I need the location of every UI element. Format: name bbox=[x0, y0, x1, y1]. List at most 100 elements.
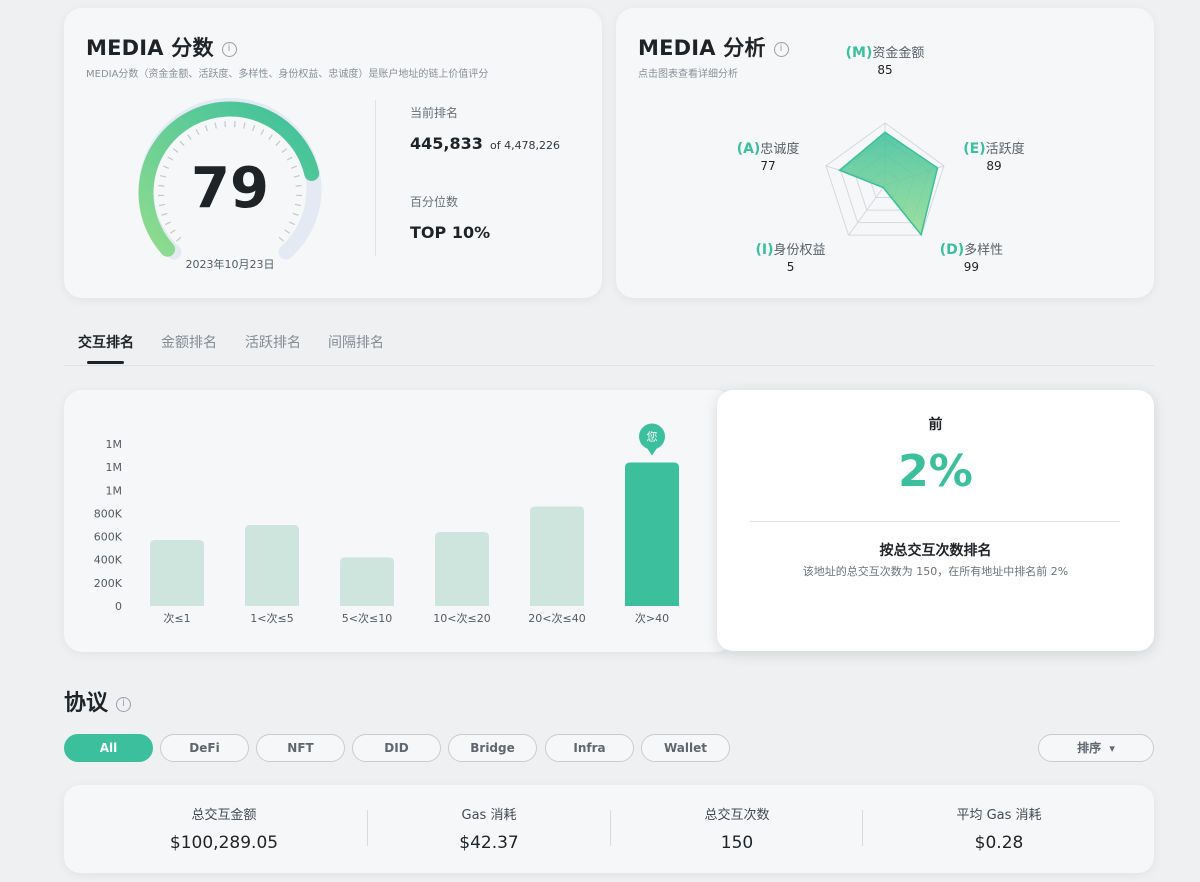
media-score-card: MEDIA 分数 i MEDIA分数（资金金额、活跃度、多样性、身份权益、忠诚度）… bbox=[64, 8, 602, 298]
gauge-tick bbox=[176, 236, 182, 242]
gauge-tick bbox=[290, 165, 297, 169]
score-divider bbox=[375, 100, 376, 256]
stat-total-amount: 总交互金额 $100,289.05 bbox=[124, 804, 324, 853]
x-tick-label: 10<次≤20 bbox=[433, 611, 490, 625]
gauge-tick bbox=[289, 221, 295, 226]
rank-total: of 4,478,226 bbox=[489, 139, 561, 152]
x-tick-label: 20<次≤40 bbox=[528, 611, 585, 625]
bar[interactable] bbox=[530, 506, 584, 606]
radar-axis-code: (D) bbox=[939, 242, 965, 259]
gauge-tick bbox=[284, 229, 291, 234]
gauge-tick bbox=[204, 125, 208, 132]
bar[interactable] bbox=[435, 531, 489, 606]
radar-axis-label: 资金金额 bbox=[872, 46, 925, 61]
rank-percent: 2% bbox=[898, 446, 973, 497]
stat-label: 总交互金额 bbox=[191, 808, 257, 823]
info-icon[interactable]: i bbox=[116, 696, 132, 712]
active-tab-indicator bbox=[87, 361, 124, 364]
stat-label: 平均 Gas 消耗 bbox=[956, 808, 1042, 823]
tab-amount-rank[interactable]: 金额排名 bbox=[161, 332, 217, 352]
rank-block: 445,833 of 4,478,226 bbox=[410, 134, 560, 153]
radar-axis-value: 77 bbox=[760, 158, 776, 173]
gauge-tick bbox=[169, 229, 176, 234]
radar-label[interactable]: (D)多样性 99 bbox=[923, 239, 1019, 274]
stat-gas: Gas 消耗 $42.37 bbox=[389, 804, 589, 853]
score-value: 79 bbox=[191, 156, 269, 221]
protocols-title: 协议 i bbox=[64, 685, 132, 717]
y-tick-label: 800K bbox=[94, 507, 123, 520]
y-tick-label: 200K bbox=[94, 577, 123, 590]
x-tick-label: 1<次≤5 bbox=[250, 611, 293, 625]
radar-axis-name: (E)活跃度 bbox=[946, 138, 1042, 157]
stat-value: $100,289.05 bbox=[169, 833, 279, 853]
gauge-tick bbox=[158, 203, 166, 207]
radar-label[interactable]: (A)忠诚度 77 bbox=[720, 138, 816, 173]
stat-total-count: 总交互次数 150 bbox=[637, 804, 837, 853]
percentile-value: TOP 10% bbox=[410, 223, 491, 242]
radar-label[interactable]: (I)身份权益 5 bbox=[743, 239, 839, 274]
gauge-tick bbox=[260, 129, 265, 136]
gauge-tick bbox=[165, 221, 171, 226]
ranking-tabs: 交互排名 金额排名 活跃排名 间隔排名 bbox=[64, 332, 1154, 366]
y-tick-label: 1M bbox=[106, 484, 123, 497]
radar-axis-value: 85 bbox=[877, 63, 893, 77]
radar-axis-code: (I) bbox=[755, 242, 774, 259]
stat-divider bbox=[610, 810, 611, 846]
rank-panel-divider bbox=[750, 521, 1120, 522]
radar-axis-name: (D)多样性 bbox=[923, 239, 1019, 258]
you-marker-pin: 您 bbox=[639, 423, 665, 456]
radar-axis-code: (E) bbox=[963, 140, 986, 157]
filter-defi[interactable]: DeFi bbox=[160, 734, 249, 762]
gauge-tick bbox=[281, 148, 288, 153]
bar-highlight[interactable] bbox=[625, 462, 679, 606]
radar-label[interactable]: (E)活跃度 89 bbox=[946, 138, 1042, 173]
x-tick-label: 次>40 bbox=[635, 611, 669, 625]
radar-axis-value: 5 bbox=[786, 260, 795, 275]
tab-interaction-rank[interactable]: 交互排名 bbox=[78, 332, 134, 352]
interaction-chart-card: 0 200K 400K 600K 800K 1M 1M 1M 次≤1 1<次≤5 5<次≤10 10<… bbox=[64, 390, 734, 652]
rank-description: 该地址的总交互次数为 150，在所有地址中排名前 2% bbox=[802, 565, 1069, 578]
stat-value: $0.28 bbox=[974, 833, 1024, 853]
radar-label[interactable]: (M)资金金额 85 bbox=[837, 42, 933, 77]
sort-button[interactable]: 排序 ▾ bbox=[1038, 734, 1154, 762]
gauge-tick bbox=[163, 165, 170, 169]
radar-axis-name: (A)忠诚度 bbox=[720, 138, 816, 157]
radar-axis-label: 忠诚度 bbox=[760, 141, 800, 157]
tab-activity-rank[interactable]: 活跃排名 bbox=[245, 332, 301, 352]
bar[interactable] bbox=[340, 557, 394, 606]
media-analysis-card[interactable]: MEDIA 分析 i 点击图表查看详细分析 (M)资金金额 85 (E)活跃度 89 (D… bbox=[616, 8, 1154, 298]
bar[interactable] bbox=[245, 525, 299, 606]
score-date: 2023年10月23日 bbox=[185, 258, 275, 271]
radar-axis-code: (M) bbox=[845, 45, 873, 61]
gauge-tick bbox=[159, 174, 167, 178]
you-marker-label: 您 bbox=[647, 431, 658, 444]
caret-down-icon: ▾ bbox=[1109, 742, 1115, 755]
media-score-subtitle: MEDIA分数（资金金额、活跃度、多样性、身份权益、忠诚度）是账户地址的链上价值… bbox=[86, 69, 489, 80]
y-tick-label: 1M bbox=[106, 438, 123, 451]
interaction-bar-chart: 0 200K 400K 600K 800K 1M 1M 1M 次≤1 1<次≤5 5<次≤10 10<… bbox=[94, 423, 679, 625]
filter-did[interactable]: DID bbox=[352, 734, 441, 762]
stat-label: 总交互次数 bbox=[704, 808, 770, 823]
gauge-tick bbox=[172, 148, 179, 153]
gauge-tick bbox=[161, 212, 168, 216]
bar[interactable] bbox=[150, 540, 204, 606]
filter-all[interactable]: All bbox=[64, 734, 153, 762]
stat-value: 150 bbox=[720, 833, 754, 853]
radar-axis-code: (A) bbox=[736, 140, 761, 157]
filter-infra[interactable]: Infra bbox=[545, 734, 634, 762]
stat-divider bbox=[367, 810, 368, 846]
filter-bridge[interactable]: Bridge bbox=[448, 734, 537, 762]
gauge-tick bbox=[243, 122, 246, 129]
filter-wallet[interactable]: Wallet bbox=[641, 734, 730, 762]
rank-label: 当前排名 bbox=[410, 106, 459, 120]
tab-interval-rank[interactable]: 间隔排名 bbox=[328, 332, 384, 352]
rank-heading: 按总交互次数排名 bbox=[879, 543, 992, 559]
gauge-tick bbox=[195, 129, 200, 136]
y-tick-label: 1M bbox=[106, 461, 123, 474]
stat-divider bbox=[862, 810, 863, 846]
radar-area[interactable] bbox=[838, 131, 939, 237]
filter-nft[interactable]: NFT bbox=[256, 734, 345, 762]
stat-value: $42.37 bbox=[459, 833, 519, 853]
info-icon[interactable]: i bbox=[221, 41, 237, 57]
rank-value: 445,833 bbox=[410, 134, 483, 153]
